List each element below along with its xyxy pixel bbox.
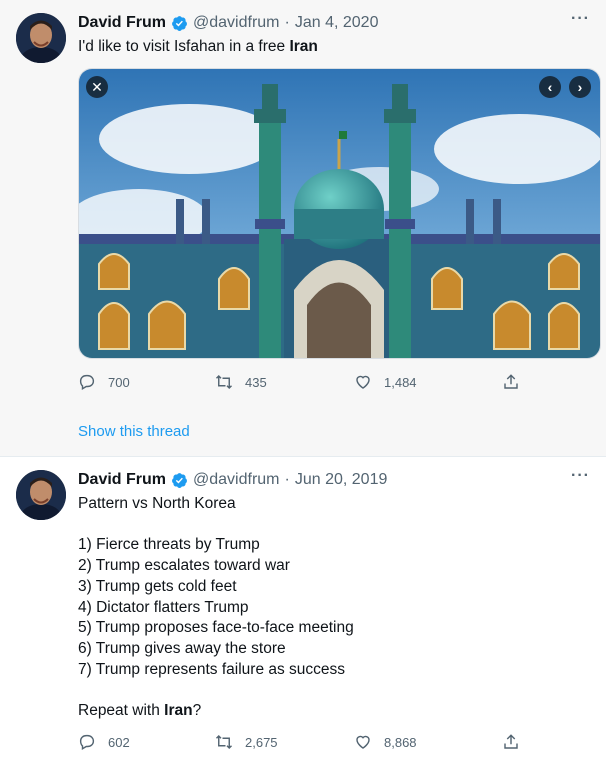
heart-icon (356, 375, 370, 389)
verified-badge-icon (172, 472, 187, 488)
heart-icon (356, 735, 370, 749)
like-button[interactable]: 8,868 (354, 733, 502, 751)
retweet-icon (215, 734, 233, 750)
chevron-left-icon[interactable]: ‹ (539, 76, 561, 98)
reply-button[interactable]: 700 (78, 373, 215, 391)
separator: · (284, 14, 290, 31)
retweet-button[interactable]: 2,675 (215, 733, 354, 751)
tweet-date[interactable]: Jan 4, 2020 (295, 14, 379, 32)
reply-icon (79, 734, 95, 751)
share-button[interactable] (502, 733, 520, 751)
share-icon (504, 374, 518, 389)
tweet-text-part: Pattern vs North Korea 1) Fierce threats… (78, 495, 354, 720)
author-name[interactable]: David Frum (78, 471, 166, 489)
tweet-text: Pattern vs North Korea 1) Fierce threats… (78, 494, 578, 722)
tweet-text-part: ? (192, 702, 202, 720)
like-count: 8,868 (384, 734, 417, 750)
tweet-text-part: I'd like to visit Isfahan in a free (78, 38, 290, 55)
tweet-text-bold: Iran (289, 38, 318, 55)
close-icon[interactable]: ✕ (86, 76, 108, 98)
like-button[interactable]: 1,484 (354, 373, 502, 391)
tweet-header: David Frum @davidfrum · Jun 20, 2019 (78, 471, 387, 489)
more-options-icon[interactable]: ··· (571, 467, 590, 485)
tweet-1[interactable]: David Frum @davidfrum · Jan 4, 2020 ··· … (0, 0, 606, 456)
tweet-header: David Frum @davidfrum · Jan 4, 2020 (78, 14, 378, 32)
tweet-media-image[interactable]: ✕ ‹ › (78, 68, 601, 359)
share-icon (504, 734, 518, 749)
retweet-button[interactable]: 435 (215, 373, 354, 391)
tweet-text: I'd like to visit Isfahan in a free Iran (78, 37, 318, 58)
retweet-icon (215, 374, 233, 390)
reply-count: 700 (108, 374, 130, 390)
author-handle[interactable]: @davidfrum (193, 14, 280, 32)
tweet-2[interactable]: David Frum @davidfrum · Jun 20, 2019 ···… (0, 457, 606, 768)
show-thread-link[interactable]: Show this thread (78, 423, 190, 440)
share-button[interactable] (502, 373, 520, 391)
tweet-actions: 602 2,675 8,868 (78, 733, 528, 751)
like-count: 1,484 (384, 374, 417, 390)
author-name[interactable]: David Frum (78, 14, 166, 32)
author-handle[interactable]: @davidfrum (193, 471, 280, 489)
retweet-count: 2,675 (245, 734, 278, 750)
tweet-date[interactable]: Jun 20, 2019 (295, 471, 388, 489)
reply-icon (79, 374, 95, 391)
avatar[interactable] (16, 13, 66, 63)
reply-button[interactable]: 602 (78, 733, 215, 751)
reply-count: 602 (108, 734, 130, 750)
avatar[interactable] (16, 470, 66, 520)
chevron-right-icon[interactable]: › (569, 76, 591, 98)
tweet-text-bold: Iran (164, 702, 193, 720)
verified-badge-icon (172, 15, 187, 31)
tweet-actions: 700 435 1,484 (78, 373, 528, 391)
retweet-count: 435 (245, 374, 267, 390)
more-options-icon[interactable]: ··· (571, 10, 590, 28)
separator: · (284, 471, 290, 488)
